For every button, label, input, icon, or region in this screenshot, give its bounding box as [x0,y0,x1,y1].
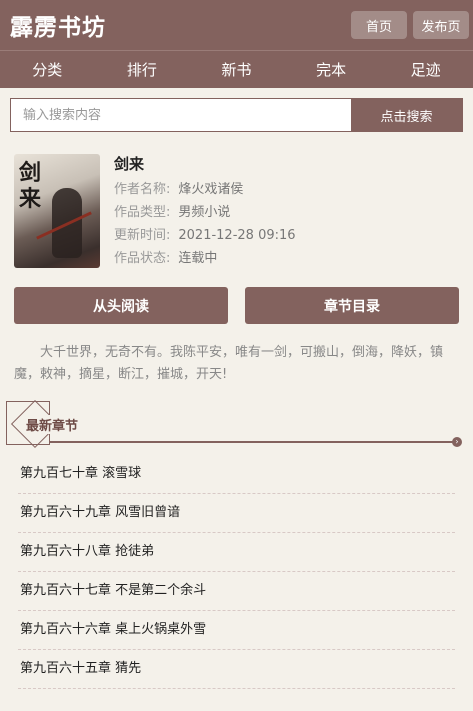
search-button[interactable]: 点击搜索 [351,99,462,131]
top-buttons: 首页 发布页 [351,11,469,39]
chapter-item[interactable]: 第九百六十七章 不是第二个余斗 [18,572,455,611]
search-input[interactable] [11,99,351,131]
cover-title: 剑来 [19,160,42,212]
type-value[interactable]: 男频小说 [178,205,230,220]
author-row: 作者名称: 烽火戏诸侯 [114,178,296,201]
chapter-item[interactable]: 第九百六十八章 抢徒弟 [18,533,455,572]
updated-label: 更新时间: [114,228,171,243]
latest-chapters-header: 最新章节 › [0,399,473,449]
status-row: 作品状态: 连载中 [114,247,296,270]
search-bar: 点击搜索 [10,98,463,132]
book-info: 剑来 剑来 作者名称: 烽火戏诸侯 作品类型: 男频小说 更新时间: 2021-12-… [14,154,473,270]
nav-item-new[interactable]: 新书 [189,59,283,80]
home-button[interactable]: 首页 [351,11,407,39]
book-details: 剑来 作者名称: 烽火戏诸侯 作品类型: 男频小说 更新时间: 2021-12-28 … [114,154,296,270]
status-value: 连载中 [178,251,218,266]
chapter-item[interactable]: 第九百六十九章 风雪旧曾谙 [18,494,455,533]
nav-item-category[interactable]: 分类 [0,59,94,80]
book-intro: 大千世界，无奇不有。我陈平安，唯有一剑，可搬山，倒海，降妖，镇魔，敕神，摘星，断… [14,345,444,382]
book-cover[interactable]: 剑来 [14,154,100,268]
updated-value: 2021-12-28 09:16 [178,228,296,243]
nav-item-ranking[interactable]: 排行 [95,59,189,80]
chapter-item[interactable]: 第九百七十章 滚雪球 [18,455,455,494]
book-actions: 从头阅读 章节目录 [14,287,459,324]
nav-item-finished[interactable]: 完本 [284,59,378,80]
latest-chapters-list: 第九百七十章 滚雪球 第九百六十九章 风雪旧曾谙 第九百六十八章 抢徒弟 第九百… [18,455,455,689]
top-bar: 霹雳书坊 首页 发布页 [0,0,473,50]
type-label: 作品类型: [114,205,171,220]
chapter-list-button[interactable]: 章节目录 [245,287,459,324]
chapter-item[interactable]: 第九百六十六章 桌上火锅桌外雪 [18,611,455,650]
status-label: 作品状态: [114,251,171,266]
section-divider [50,441,457,443]
publish-button[interactable]: 发布页 [413,11,469,39]
book-title: 剑来 [114,155,145,173]
main-nav: 分类 排行 新书 完本 足迹 [0,50,473,88]
site-logo[interactable]: 霹雳书坊 [10,8,106,42]
author-label: 作者名称: [114,182,171,197]
latest-chapters-title: 最新章节 [24,415,81,434]
chapter-item[interactable]: 第九百六十五章 猜先 [18,650,455,689]
nav-item-history[interactable]: 足迹 [379,59,473,80]
author-value[interactable]: 烽火戏诸侯 [178,182,243,197]
chevron-right-icon[interactable]: › [452,437,462,447]
read-from-start-button[interactable]: 从头阅读 [14,287,228,324]
type-row: 作品类型: 男频小说 [114,201,296,224]
updated-row: 更新时间: 2021-12-28 09:16 [114,224,296,247]
